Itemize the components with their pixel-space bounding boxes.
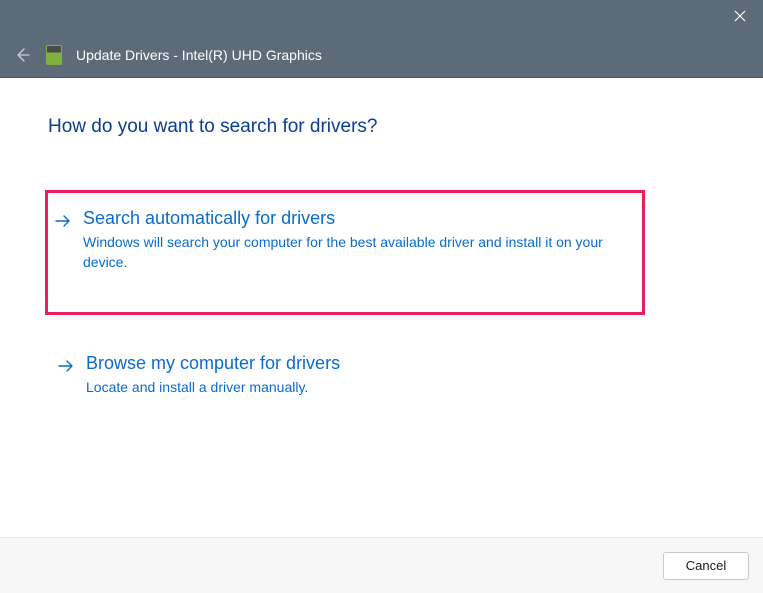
header-bar: Update Drivers - Intel(R) UHD Graphics	[0, 32, 763, 78]
window-title: Update Drivers - Intel(R) UHD Graphics	[76, 47, 322, 63]
option-text: Search automatically for drivers Windows…	[83, 208, 629, 272]
arrow-left-icon	[14, 47, 30, 63]
option-browse-computer[interactable]: Browse my computer for drivers Locate an…	[48, 335, 715, 418]
driver-icon	[46, 45, 62, 65]
content-area: How do you want to search for drivers? S…	[0, 78, 763, 418]
arrow-right-icon	[58, 359, 74, 378]
close-icon	[734, 10, 746, 22]
titlebar	[0, 0, 763, 32]
option-title: Search automatically for drivers	[83, 208, 629, 229]
close-button[interactable]	[717, 0, 763, 32]
option-search-automatically[interactable]: Search automatically for drivers Windows…	[45, 190, 645, 315]
page-heading: How do you want to search for drivers?	[48, 116, 715, 138]
option-title: Browse my computer for drivers	[86, 353, 699, 374]
footer: Cancel	[0, 537, 763, 593]
cancel-button[interactable]: Cancel	[663, 552, 749, 580]
option-description: Windows will search your computer for th…	[83, 233, 629, 272]
back-button[interactable]	[12, 45, 32, 65]
arrow-right-icon	[55, 214, 71, 233]
option-description: Locate and install a driver manually.	[86, 378, 699, 398]
option-text: Browse my computer for drivers Locate an…	[86, 353, 699, 398]
